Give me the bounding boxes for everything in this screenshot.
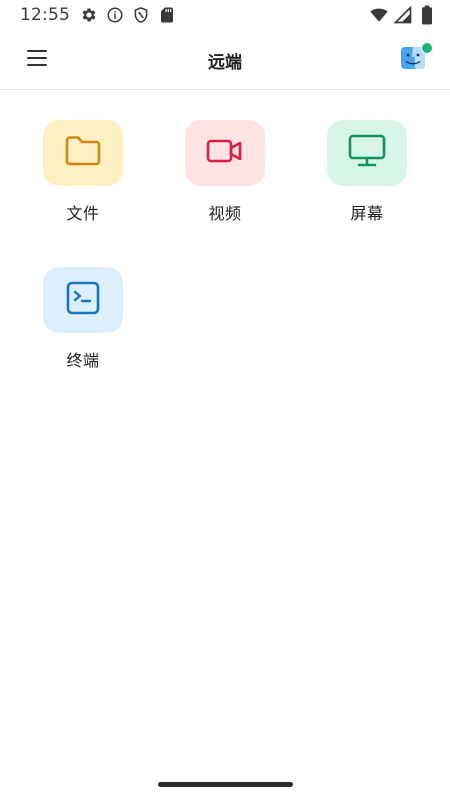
tile-screen[interactable]: 屏幕 (317, 120, 417, 224)
monitor-icon (347, 133, 387, 173)
battery-icon (418, 5, 436, 25)
wifi-icon (370, 6, 388, 24)
tile-label: 视频 (208, 204, 242, 223)
tile-files[interactable]: 文件 (33, 120, 133, 224)
settings-icon (80, 6, 98, 24)
sd-card-icon (158, 6, 176, 24)
shield-icon (132, 6, 150, 24)
status-bar: 12:55 (0, 0, 450, 30)
tile-label: 文件 (66, 204, 100, 223)
tile-icon-box (43, 120, 123, 186)
tile-icon-box (327, 120, 407, 186)
tile-icon-box (185, 120, 265, 186)
tile-terminal[interactable]: 终端 (33, 267, 133, 371)
tile-icon-box (43, 267, 123, 333)
tile-label: 屏幕 (350, 204, 384, 223)
finder-face-icon (400, 47, 426, 75)
status-left: 12:55 (20, 5, 176, 25)
tile-video[interactable]: 视频 (175, 120, 275, 224)
folder-icon (63, 134, 103, 172)
online-status-dot (421, 42, 433, 54)
video-camera-icon (205, 136, 245, 170)
status-time: 12:55 (20, 5, 70, 25)
page-title: 远端 (208, 53, 242, 73)
cellular-signal-icon (394, 6, 412, 24)
terminal-icon (65, 280, 101, 320)
tile-label: 终端 (66, 351, 100, 370)
avatar-button[interactable] (400, 42, 433, 75)
screen: 12:55 远端 文件 视频 屏幕 终端 (0, 0, 450, 800)
home-indicator[interactable] (158, 782, 293, 787)
info-icon (106, 6, 124, 24)
status-right (370, 5, 436, 25)
app-bar: 远端 (0, 30, 450, 90)
